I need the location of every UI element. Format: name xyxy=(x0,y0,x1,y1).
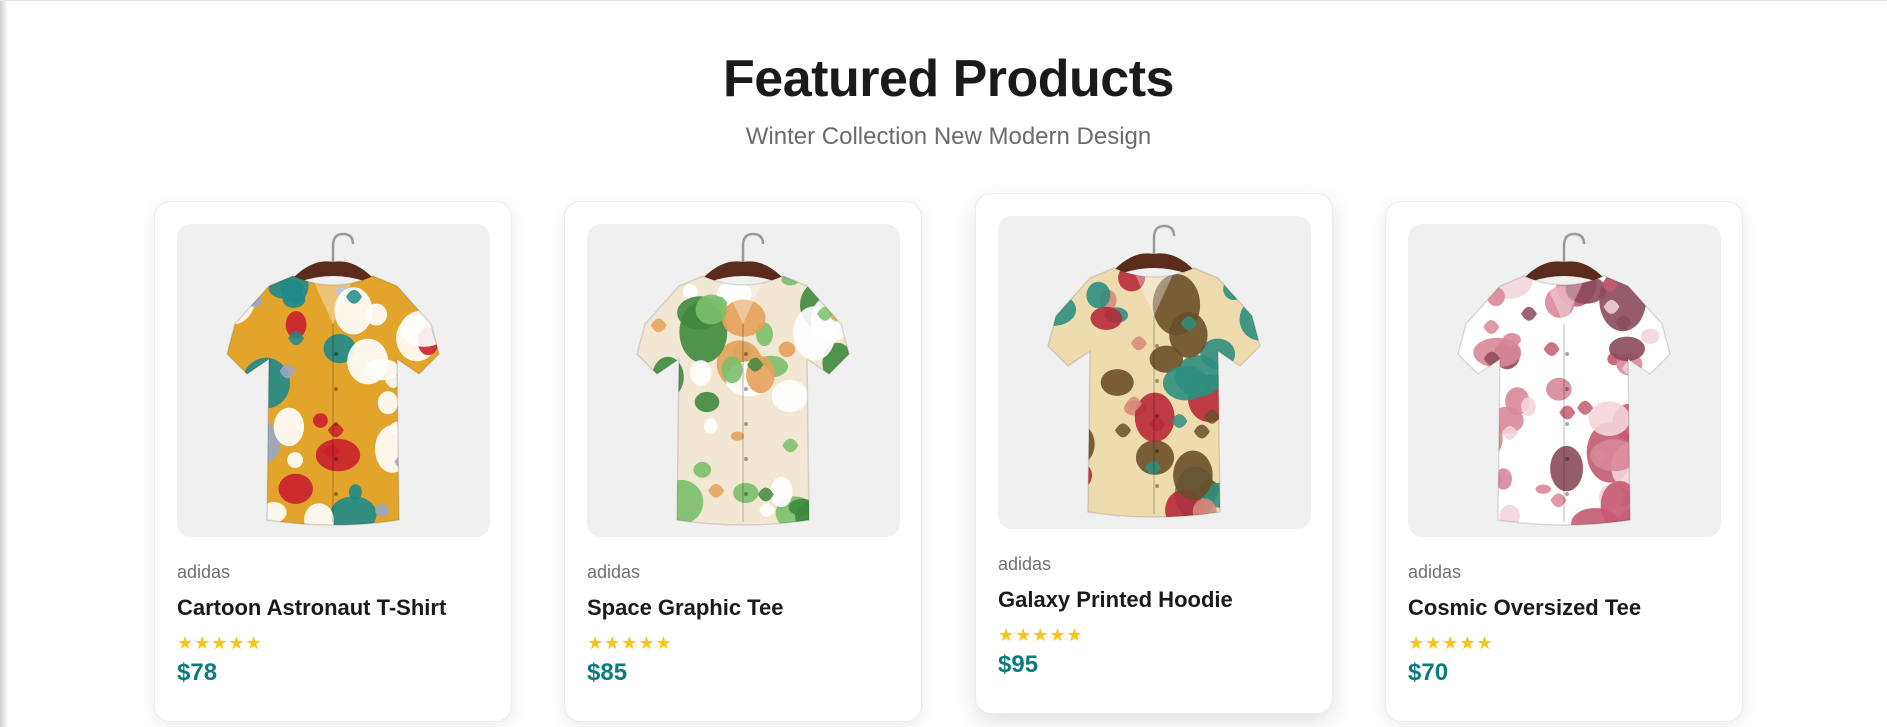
product-price: $70 xyxy=(1408,659,1449,686)
product-image[interactable] xyxy=(177,224,490,537)
featured-products-section: Featured Products Winter Collection New … xyxy=(0,0,1887,727)
product-brand: adidas xyxy=(998,554,1052,574)
product-grid: adidas Cartoon Astronaut T-Shirt ★★★★★ $… xyxy=(154,193,1744,727)
section-subtitle: Winter Collection New Modern Design xyxy=(745,123,1152,150)
shirt-image xyxy=(1457,232,1671,526)
product-brand: adidas xyxy=(1408,562,1462,582)
shirt-image xyxy=(1047,224,1261,518)
product-price: $95 xyxy=(998,651,1039,678)
product-card[interactable]: adidas Space Graphic Tee ★★★★★ $85 xyxy=(564,201,922,722)
product-brand: adidas xyxy=(587,562,641,582)
product-price: $78 xyxy=(177,659,218,686)
product-card[interactable]: adidas Galaxy Printed Hoodie ★★★★★ $95 xyxy=(975,193,1333,714)
product-image[interactable] xyxy=(587,224,900,537)
product-name[interactable]: Galaxy Printed Hoodie xyxy=(998,587,1233,613)
star-rating: ★★★★★ xyxy=(587,633,673,654)
product-card[interactable]: adidas Cosmic Oversized Tee ★★★★★ $70 xyxy=(1385,201,1743,722)
product-name[interactable]: Cartoon Astronaut T-Shirt xyxy=(177,595,446,621)
left-edge-shadow xyxy=(0,1,8,727)
star-rating: ★★★★★ xyxy=(1408,633,1494,654)
star-rating: ★★★★★ xyxy=(998,625,1084,646)
section-title: Featured Products xyxy=(723,50,1174,108)
shirt-image xyxy=(636,232,850,526)
product-name[interactable]: Space Graphic Tee xyxy=(587,595,783,621)
star-rating: ★★★★★ xyxy=(177,633,263,654)
product-brand: adidas xyxy=(177,562,231,582)
product-card[interactable]: adidas Cartoon Astronaut T-Shirt ★★★★★ $… xyxy=(154,201,512,722)
product-price: $85 xyxy=(587,659,628,686)
shirt-image xyxy=(226,232,440,526)
product-name[interactable]: Cosmic Oversized Tee xyxy=(1408,595,1641,621)
product-image[interactable] xyxy=(998,216,1311,529)
product-image[interactable] xyxy=(1408,224,1721,537)
